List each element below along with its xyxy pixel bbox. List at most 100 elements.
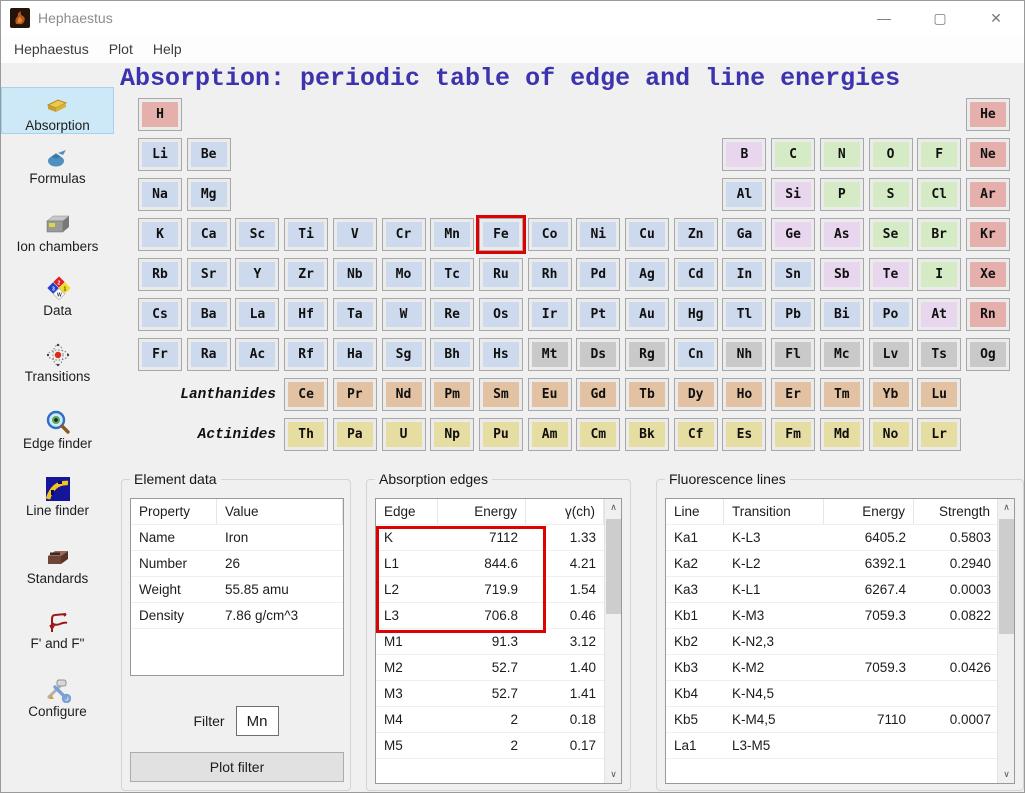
- table-row[interactable]: Ka2K-L26392.10.2940: [666, 551, 1014, 577]
- element-ts-button[interactable]: Ts: [917, 338, 961, 371]
- element-mg-button[interactable]: Mg: [187, 178, 231, 211]
- element-k-button[interactable]: K: [138, 218, 182, 251]
- element-ca-button[interactable]: Ca: [187, 218, 231, 251]
- scroll-up-arrow[interactable]: ∧: [605, 499, 622, 516]
- element-tb-button[interactable]: Tb: [625, 378, 669, 411]
- element-re-button[interactable]: Re: [430, 298, 474, 331]
- element-nh-button[interactable]: Nh: [722, 338, 766, 371]
- element-pb-button[interactable]: Pb: [771, 298, 815, 331]
- element-kr-button[interactable]: Kr: [966, 218, 1010, 251]
- column-header-energy[interactable]: Energy: [438, 499, 526, 524]
- table-row[interactable]: M420.18: [376, 707, 621, 733]
- element-p-button[interactable]: P: [820, 178, 864, 211]
- element-fe-button[interactable]: Fe: [479, 218, 523, 251]
- element-ds-button[interactable]: Ds: [576, 338, 620, 371]
- element-fr-button[interactable]: Fr: [138, 338, 182, 371]
- column-header-value[interactable]: Value: [217, 499, 343, 524]
- element-rn-button[interactable]: Rn: [966, 298, 1010, 331]
- column-header-strength[interactable]: Strength: [914, 499, 999, 524]
- table-row[interactable]: Kb3K-M27059.30.0426: [666, 655, 1014, 681]
- element-ni-button[interactable]: Ni: [576, 218, 620, 251]
- element-he-button[interactable]: He: [966, 98, 1010, 131]
- element-dy-button[interactable]: Dy: [674, 378, 718, 411]
- element-i-button[interactable]: I: [917, 258, 961, 291]
- element-am-button[interactable]: Am: [528, 418, 572, 451]
- element-po-button[interactable]: Po: [869, 298, 913, 331]
- sidebar-item-f-and-f[interactable]: F' and F": [1, 606, 114, 651]
- element-mt-button[interactable]: Mt: [528, 338, 572, 371]
- column-header-transition[interactable]: Transition: [724, 499, 824, 524]
- sidebar-item-configure[interactable]: Configure: [1, 674, 114, 719]
- element-mc-button[interactable]: Mc: [820, 338, 864, 371]
- element-fl-button[interactable]: Fl: [771, 338, 815, 371]
- element-br-button[interactable]: Br: [917, 218, 961, 251]
- menu-help[interactable]: Help: [143, 37, 192, 61]
- scrollbar[interactable]: ∧∨: [997, 499, 1014, 783]
- element-n-button[interactable]: N: [820, 138, 864, 171]
- element-th-button[interactable]: Th: [284, 418, 328, 451]
- sidebar-item-transitions[interactable]: Transitions: [1, 339, 114, 384]
- table-row[interactable]: Ka3K-L16267.40.0003: [666, 577, 1014, 603]
- element-sc-button[interactable]: Sc: [235, 218, 279, 251]
- element-ar-button[interactable]: Ar: [966, 178, 1010, 211]
- element-zn-button[interactable]: Zn: [674, 218, 718, 251]
- table-row[interactable]: Kb4K-N4,5: [666, 681, 1014, 707]
- sidebar-item-formulas[interactable]: Formulas: [1, 141, 114, 186]
- element-au-button[interactable]: Au: [625, 298, 669, 331]
- table-row[interactable]: M191.33.12: [376, 629, 621, 655]
- column-header-ch[interactable]: γ(ch): [526, 499, 604, 524]
- element-y-button[interactable]: Y: [235, 258, 279, 291]
- column-header-edge[interactable]: Edge: [376, 499, 438, 524]
- element-c-button[interactable]: C: [771, 138, 815, 171]
- plot-filter-button[interactable]: Plot filter: [130, 752, 344, 782]
- element-ru-button[interactable]: Ru: [479, 258, 523, 291]
- element-v-button[interactable]: V: [333, 218, 377, 251]
- column-header-line[interactable]: Line: [666, 499, 724, 524]
- element-ra-button[interactable]: Ra: [187, 338, 231, 371]
- scrollbar[interactable]: ∧∨: [604, 499, 621, 783]
- element-bi-button[interactable]: Bi: [820, 298, 864, 331]
- element-h-button[interactable]: H: [138, 98, 182, 131]
- element-cd-button[interactable]: Cd: [674, 258, 718, 291]
- element-pm-button[interactable]: Pm: [430, 378, 474, 411]
- element-al-button[interactable]: Al: [722, 178, 766, 211]
- sidebar-item-ion-chambers[interactable]: Ion chambers: [1, 209, 114, 254]
- sidebar-item-standards[interactable]: Standards: [1, 541, 114, 586]
- element-na-button[interactable]: Na: [138, 178, 182, 211]
- element-pt-button[interactable]: Pt: [576, 298, 620, 331]
- element-nd-button[interactable]: Nd: [382, 378, 426, 411]
- column-header-property[interactable]: Property: [131, 499, 217, 524]
- element-u-button[interactable]: U: [382, 418, 426, 451]
- sidebar-item-edge-finder[interactable]: Edge finder: [1, 406, 114, 451]
- table-row[interactable]: Ka1K-L36405.20.5803: [666, 525, 1014, 551]
- element-mo-button[interactable]: Mo: [382, 258, 426, 291]
- element-bk-button[interactable]: Bk: [625, 418, 669, 451]
- element-ti-button[interactable]: Ti: [284, 218, 328, 251]
- element-as-button[interactable]: As: [820, 218, 864, 251]
- element-tm-button[interactable]: Tm: [820, 378, 864, 411]
- element-ta-button[interactable]: Ta: [333, 298, 377, 331]
- element-te-button[interactable]: Te: [869, 258, 913, 291]
- element-hf-button[interactable]: Hf: [284, 298, 328, 331]
- element-ac-button[interactable]: Ac: [235, 338, 279, 371]
- element-lr-button[interactable]: Lr: [917, 418, 961, 451]
- element-co-button[interactable]: Co: [528, 218, 572, 251]
- table-row[interactable]: La1L3-M5: [666, 733, 1014, 759]
- element-sm-button[interactable]: Sm: [479, 378, 523, 411]
- element-se-button[interactable]: Se: [869, 218, 913, 251]
- element-bh-button[interactable]: Bh: [430, 338, 474, 371]
- minimize-button[interactable]: —: [856, 1, 912, 35]
- element-no-button[interactable]: No: [869, 418, 913, 451]
- element-ne-button[interactable]: Ne: [966, 138, 1010, 171]
- element-xe-button[interactable]: Xe: [966, 258, 1010, 291]
- table-row[interactable]: Kb1K-M37059.30.0822: [666, 603, 1014, 629]
- element-pd-button[interactable]: Pd: [576, 258, 620, 291]
- element-cu-button[interactable]: Cu: [625, 218, 669, 251]
- column-header-energy[interactable]: Energy: [824, 499, 914, 524]
- element-lv-button[interactable]: Lv: [869, 338, 913, 371]
- element-md-button[interactable]: Md: [820, 418, 864, 451]
- element-si-button[interactable]: Si: [771, 178, 815, 211]
- element-pr-button[interactable]: Pr: [333, 378, 377, 411]
- element-tl-button[interactable]: Tl: [722, 298, 766, 331]
- element-cr-button[interactable]: Cr: [382, 218, 426, 251]
